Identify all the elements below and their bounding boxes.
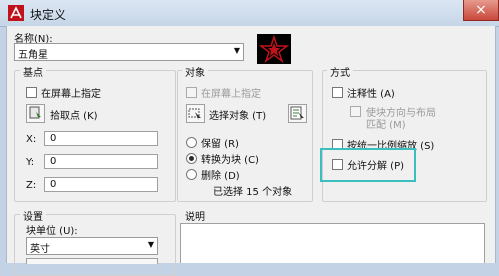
close-button[interactable]: × — [463, 0, 499, 21]
pick-point-button[interactable] — [26, 104, 45, 123]
objects-specify-label: 在屏幕上指定 — [201, 89, 261, 100]
quick-select-button[interactable] — [288, 104, 307, 123]
pick-point-label: 拾取点 (K) — [50, 111, 98, 122]
title-bar: 块定义 × — [0, 0, 499, 27]
allow-exploding-checkbox[interactable] — [332, 159, 343, 170]
x-input[interactable]: 0 — [44, 131, 158, 146]
delete-label: 删除 (D) — [201, 171, 240, 182]
behavior-title: 方式 — [327, 64, 353, 79]
chevron-down-icon: ▼ — [233, 46, 240, 55]
name-combobox[interactable]: 五角星 ▼ — [14, 43, 244, 61]
y-label: Y: — [26, 157, 35, 168]
retain-radio[interactable] — [186, 137, 197, 148]
chevron-down-icon: ▼ — [147, 240, 154, 249]
match-orientation-label-2: 匹配 (M) — [366, 120, 406, 131]
pick-point-icon — [29, 106, 41, 120]
convert-to-block-label: 转换为块 (C) — [201, 155, 259, 166]
quick-select-icon — [290, 106, 304, 121]
block-preview — [257, 34, 291, 64]
block-unit-label: 块单位 (U): — [26, 226, 78, 237]
z-label: Z: — [26, 180, 37, 191]
x-label: X: — [26, 134, 37, 145]
match-orientation-checkbox[interactable] — [350, 106, 361, 117]
z-input[interactable]: 0 — [44, 177, 158, 192]
hyperlink-button[interactable] — [26, 258, 158, 264]
autocad-icon — [8, 5, 24, 21]
retain-label: 保留 (R) — [201, 139, 239, 150]
name-value: 五角星 — [18, 50, 48, 61]
z-value: 0 — [50, 179, 57, 190]
convert-to-block-radio[interactable] — [186, 153, 197, 164]
star-preview-icon — [258, 34, 290, 64]
base-specify-label: 在屏幕上指定 — [41, 89, 101, 100]
annotative-checkbox[interactable] — [332, 87, 343, 98]
window-title: 块定义 — [30, 8, 67, 22]
annotative-label: 注释性 (A) — [347, 89, 395, 100]
description-title: 说明 — [182, 208, 208, 223]
block-unit-select[interactable]: 英寸 ▼ — [26, 237, 158, 255]
objects-specify-checkbox[interactable] — [186, 87, 197, 98]
y-value: 0 — [50, 156, 57, 167]
block-unit-value: 英寸 — [30, 244, 50, 255]
objects-title: 对象 — [182, 64, 208, 79]
x-value: 0 — [50, 133, 57, 144]
settings-title: 设置 — [20, 208, 46, 223]
description-textarea[interactable] — [180, 223, 485, 263]
select-objects-label: 选择对象 (T) — [209, 111, 267, 122]
selected-count-text: 已选择 15 个对象 — [213, 187, 293, 198]
delete-radio[interactable] — [186, 169, 197, 180]
allow-exploding-label: 允许分解 (P) — [347, 161, 405, 172]
select-objects-button[interactable] — [186, 104, 205, 123]
base-point-title: 基点 — [20, 64, 46, 79]
select-objects-icon — [188, 108, 201, 121]
base-specify-checkbox[interactable] — [26, 87, 37, 98]
y-input[interactable]: 0 — [44, 154, 158, 169]
